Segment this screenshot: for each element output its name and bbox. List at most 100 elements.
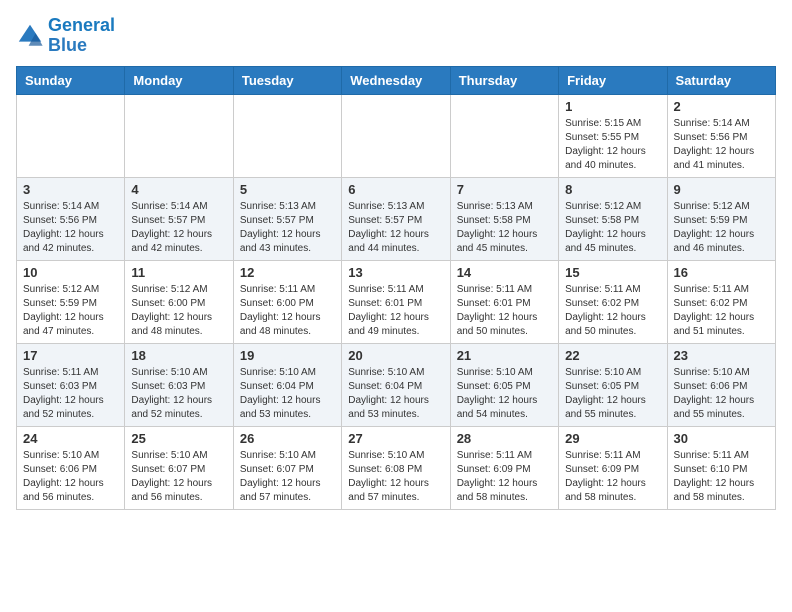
day-info: Sunrise: 5:11 AM Sunset: 6:10 PM Dayligh…: [674, 449, 769, 505]
day-info: Sunrise: 5:10 AM Sunset: 6:04 PM Dayligh…: [348, 366, 443, 422]
day-info: Sunrise: 5:11 AM Sunset: 6:01 PM Dayligh…: [457, 283, 552, 339]
day-number: 30: [674, 431, 769, 446]
weekday-header-sunday: Sunday: [17, 66, 125, 94]
day-number: 29: [565, 431, 660, 446]
calendar-cell: 30 Sunrise: 5:11 AM Sunset: 6:10 PM Dayli…: [667, 426, 775, 509]
calendar-cell: 27 Sunrise: 5:10 AM Sunset: 6:08 PM Dayli…: [342, 426, 450, 509]
logo-icon: [16, 22, 44, 50]
day-info: Sunrise: 5:15 AM Sunset: 5:55 PM Dayligh…: [565, 117, 660, 173]
day-number: 18: [131, 348, 226, 363]
day-number: 7: [457, 182, 552, 197]
calendar-cell: [17, 94, 125, 177]
day-number: 11: [131, 265, 226, 280]
calendar-cell: [125, 94, 233, 177]
calendar-cell: 4 Sunrise: 5:14 AM Sunset: 5:57 PM Daylig…: [125, 177, 233, 260]
day-info: Sunrise: 5:12 AM Sunset: 5:58 PM Dayligh…: [565, 200, 660, 256]
calendar-cell: 10 Sunrise: 5:12 AM Sunset: 5:59 PM Dayli…: [17, 260, 125, 343]
calendar-cell: 6 Sunrise: 5:13 AM Sunset: 5:57 PM Daylig…: [342, 177, 450, 260]
calendar-cell: 14 Sunrise: 5:11 AM Sunset: 6:01 PM Dayli…: [450, 260, 558, 343]
day-number: 24: [23, 431, 118, 446]
calendar-cell: 25 Sunrise: 5:10 AM Sunset: 6:07 PM Dayli…: [125, 426, 233, 509]
day-number: 21: [457, 348, 552, 363]
day-info: Sunrise: 5:12 AM Sunset: 5:59 PM Dayligh…: [674, 200, 769, 256]
day-number: 9: [674, 182, 769, 197]
logo: General Blue: [16, 16, 115, 56]
calendar-cell: 15 Sunrise: 5:11 AM Sunset: 6:02 PM Dayli…: [559, 260, 667, 343]
day-number: 26: [240, 431, 335, 446]
day-info: Sunrise: 5:10 AM Sunset: 6:06 PM Dayligh…: [23, 449, 118, 505]
day-number: 8: [565, 182, 660, 197]
day-info: Sunrise: 5:10 AM Sunset: 6:07 PM Dayligh…: [240, 449, 335, 505]
day-info: Sunrise: 5:10 AM Sunset: 6:07 PM Dayligh…: [131, 449, 226, 505]
day-number: 27: [348, 431, 443, 446]
calendar-cell: 7Sunrise: 5:13 AM Sunset: 5:58 PM Daylig…: [450, 177, 558, 260]
calendar-cell: 22 Sunrise: 5:10 AM Sunset: 6:05 PM Dayli…: [559, 343, 667, 426]
day-number: 23: [674, 348, 769, 363]
day-number: 14: [457, 265, 552, 280]
calendar-cell: 26 Sunrise: 5:10 AM Sunset: 6:07 PM Dayli…: [233, 426, 341, 509]
day-number: 5: [240, 182, 335, 197]
day-number: 13: [348, 265, 443, 280]
day-info: Sunrise: 5:12 AM Sunset: 5:59 PM Dayligh…: [23, 283, 118, 339]
day-info: Sunrise: 5:11 AM Sunset: 6:02 PM Dayligh…: [565, 283, 660, 339]
calendar-header-row: SundayMondayTuesdayWednesdayThursdayFrid…: [17, 66, 776, 94]
calendar-cell: 16Sunrise: 5:11 AM Sunset: 6:02 PM Dayli…: [667, 260, 775, 343]
day-info: Sunrise: 5:11 AM Sunset: 6:03 PM Dayligh…: [23, 366, 118, 422]
page-header: General Blue: [16, 16, 776, 56]
day-info: Sunrise: 5:10 AM Sunset: 6:04 PM Dayligh…: [240, 366, 335, 422]
calendar-cell: 13Sunrise: 5:11 AM Sunset: 6:01 PM Dayli…: [342, 260, 450, 343]
day-info: Sunrise: 5:11 AM Sunset: 6:09 PM Dayligh…: [457, 449, 552, 505]
day-number: 20: [348, 348, 443, 363]
day-info: Sunrise: 5:10 AM Sunset: 6:05 PM Dayligh…: [457, 366, 552, 422]
calendar-cell: 2Sunrise: 5:14 AM Sunset: 5:56 PM Daylig…: [667, 94, 775, 177]
calendar-cell: 28 Sunrise: 5:11 AM Sunset: 6:09 PM Dayli…: [450, 426, 558, 509]
weekday-header-tuesday: Tuesday: [233, 66, 341, 94]
day-info: Sunrise: 5:10 AM Sunset: 6:03 PM Dayligh…: [131, 366, 226, 422]
calendar-cell: 11 Sunrise: 5:12 AM Sunset: 6:00 PM Dayli…: [125, 260, 233, 343]
calendar-week-row: 24 Sunrise: 5:10 AM Sunset: 6:06 PM Dayli…: [17, 426, 776, 509]
day-number: 6: [348, 182, 443, 197]
day-number: 12: [240, 265, 335, 280]
day-info: Sunrise: 5:10 AM Sunset: 6:05 PM Dayligh…: [565, 366, 660, 422]
day-number: 19: [240, 348, 335, 363]
calendar-cell: 9 Sunrise: 5:12 AM Sunset: 5:59 PM Daylig…: [667, 177, 775, 260]
calendar-week-row: 10 Sunrise: 5:12 AM Sunset: 5:59 PM Dayli…: [17, 260, 776, 343]
day-number: 3: [23, 182, 118, 197]
day-number: 22: [565, 348, 660, 363]
day-info: Sunrise: 5:10 AM Sunset: 6:06 PM Dayligh…: [674, 366, 769, 422]
day-info: Sunrise: 5:14 AM Sunset: 5:56 PM Dayligh…: [23, 200, 118, 256]
day-number: 4: [131, 182, 226, 197]
day-info: Sunrise: 5:13 AM Sunset: 5:57 PM Dayligh…: [240, 200, 335, 256]
day-number: 25: [131, 431, 226, 446]
day-number: 28: [457, 431, 552, 446]
calendar-cell: 19 Sunrise: 5:10 AM Sunset: 6:04 PM Dayli…: [233, 343, 341, 426]
day-number: 2: [674, 99, 769, 114]
calendar-cell: [233, 94, 341, 177]
calendar-cell: 3 Sunrise: 5:14 AM Sunset: 5:56 PM Daylig…: [17, 177, 125, 260]
day-number: 10: [23, 265, 118, 280]
weekday-header-friday: Friday: [559, 66, 667, 94]
calendar-cell: 18 Sunrise: 5:10 AM Sunset: 6:03 PM Dayli…: [125, 343, 233, 426]
day-info: Sunrise: 5:11 AM Sunset: 6:00 PM Dayligh…: [240, 283, 335, 339]
calendar-cell: [342, 94, 450, 177]
day-info: Sunrise: 5:13 AM Sunset: 5:57 PM Dayligh…: [348, 200, 443, 256]
day-number: 16: [674, 265, 769, 280]
day-info: Sunrise: 5:14 AM Sunset: 5:57 PM Dayligh…: [131, 200, 226, 256]
calendar-table: SundayMondayTuesdayWednesdayThursdayFrid…: [16, 66, 776, 510]
calendar-cell: 1Sunrise: 5:15 AM Sunset: 5:55 PM Daylig…: [559, 94, 667, 177]
calendar-cell: [450, 94, 558, 177]
calendar-cell: 29Sunrise: 5:11 AM Sunset: 6:09 PM Dayli…: [559, 426, 667, 509]
calendar-cell: 8 Sunrise: 5:12 AM Sunset: 5:58 PM Daylig…: [559, 177, 667, 260]
calendar-cell: 12 Sunrise: 5:11 AM Sunset: 6:00 PM Dayli…: [233, 260, 341, 343]
weekday-header-thursday: Thursday: [450, 66, 558, 94]
calendar-cell: 24 Sunrise: 5:10 AM Sunset: 6:06 PM Dayli…: [17, 426, 125, 509]
day-info: Sunrise: 5:10 AM Sunset: 6:08 PM Dayligh…: [348, 449, 443, 505]
day-number: 15: [565, 265, 660, 280]
calendar-cell: 21 Sunrise: 5:10 AM Sunset: 6:05 PM Dayli…: [450, 343, 558, 426]
calendar-cell: 23 Sunrise: 5:10 AM Sunset: 6:06 PM Dayli…: [667, 343, 775, 426]
calendar-cell: 20 Sunrise: 5:10 AM Sunset: 6:04 PM Dayli…: [342, 343, 450, 426]
calendar-week-row: 3 Sunrise: 5:14 AM Sunset: 5:56 PM Daylig…: [17, 177, 776, 260]
day-info: Sunrise: 5:12 AM Sunset: 6:00 PM Dayligh…: [131, 283, 226, 339]
weekday-header-monday: Monday: [125, 66, 233, 94]
calendar-cell: 5 Sunrise: 5:13 AM Sunset: 5:57 PM Daylig…: [233, 177, 341, 260]
